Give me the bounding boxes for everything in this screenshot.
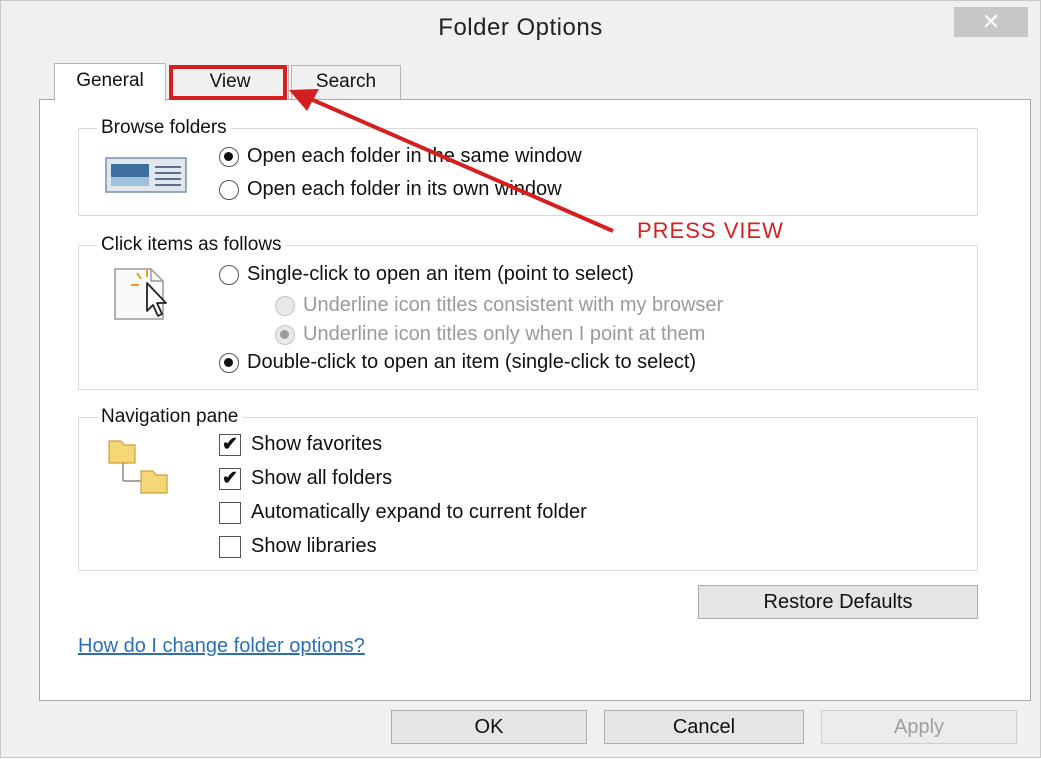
- radio-button: [275, 324, 295, 345]
- option-label: Single-click to open an item (point to s…: [247, 263, 634, 285]
- radio-underline-point: Underline icon titles only when I point …: [275, 323, 705, 346]
- radio-button: [275, 295, 295, 316]
- tab-general[interactable]: General: [54, 63, 166, 101]
- option-label: Open each folder in its own window: [247, 178, 562, 200]
- radio-button[interactable]: [219, 179, 239, 200]
- browse-folders-legend: Browse folders: [97, 117, 231, 139]
- checkbox-show-all-folders[interactable]: ✔ Show all folders: [219, 467, 392, 490]
- view-tab-highlight: [169, 65, 287, 100]
- radio-same-window[interactable]: Open each folder in the same window: [219, 145, 582, 168]
- radio-button[interactable]: [219, 146, 239, 167]
- option-label: Show libraries: [251, 535, 377, 557]
- radio-button[interactable]: [219, 352, 239, 373]
- folder-tree-icon: [107, 437, 183, 500]
- checkbox-auto-expand[interactable]: Automatically expand to current folder: [219, 501, 587, 524]
- checkbox-checked[interactable]: ✔: [219, 467, 241, 490]
- checkbox-unchecked[interactable]: [219, 501, 241, 524]
- close-button[interactable]: ✕: [954, 7, 1028, 37]
- cancel-button[interactable]: Cancel: [604, 710, 804, 744]
- option-label: Automatically expand to current folder: [251, 501, 587, 523]
- restore-defaults-button[interactable]: Restore Defaults: [698, 585, 978, 619]
- option-label: Underline icon titles consistent with my…: [303, 294, 724, 316]
- browse-folders-group: [78, 128, 978, 216]
- ok-button[interactable]: OK: [391, 710, 587, 744]
- radio-button[interactable]: [219, 264, 239, 285]
- window-preview-icon: [105, 157, 187, 198]
- tab-search[interactable]: Search: [291, 65, 401, 99]
- help-link[interactable]: How do I change folder options?: [78, 635, 365, 658]
- radio-own-window[interactable]: Open each folder in its own window: [219, 178, 562, 201]
- navigation-pane-group: [78, 417, 978, 571]
- checkbox-unchecked[interactable]: [219, 535, 241, 558]
- title-bar[interactable]: Folder Options ✕: [1, 1, 1040, 61]
- option-label: Underline icon titles only when I point …: [303, 323, 706, 345]
- folder-options-dialog: Folder Options ✕ General View Search Bro…: [0, 0, 1041, 758]
- checkbox-checked[interactable]: ✔: [219, 433, 241, 456]
- option-label: Show all folders: [251, 467, 393, 489]
- cursor-click-icon: [111, 265, 187, 326]
- radio-underline-browser: Underline icon titles consistent with my…: [275, 294, 723, 317]
- click-items-legend: Click items as follows: [97, 234, 286, 256]
- radio-single-click[interactable]: Single-click to open an item (point to s…: [219, 263, 634, 286]
- window-title: Folder Options: [438, 14, 603, 41]
- checkbox-show-favorites[interactable]: ✔ Show favorites: [219, 433, 382, 456]
- navigation-pane-legend: Navigation pane: [97, 406, 243, 428]
- option-label: Open each folder in the same window: [247, 145, 582, 167]
- option-label: Double-click to open an item (single-cli…: [247, 351, 697, 373]
- press-view-annotation: PRESS VIEW: [637, 218, 784, 243]
- radio-double-click[interactable]: Double-click to open an item (single-cli…: [219, 351, 696, 374]
- checkbox-show-libraries[interactable]: Show libraries: [219, 535, 377, 558]
- option-label: Show favorites: [251, 433, 383, 455]
- apply-button[interactable]: Apply: [821, 710, 1017, 744]
